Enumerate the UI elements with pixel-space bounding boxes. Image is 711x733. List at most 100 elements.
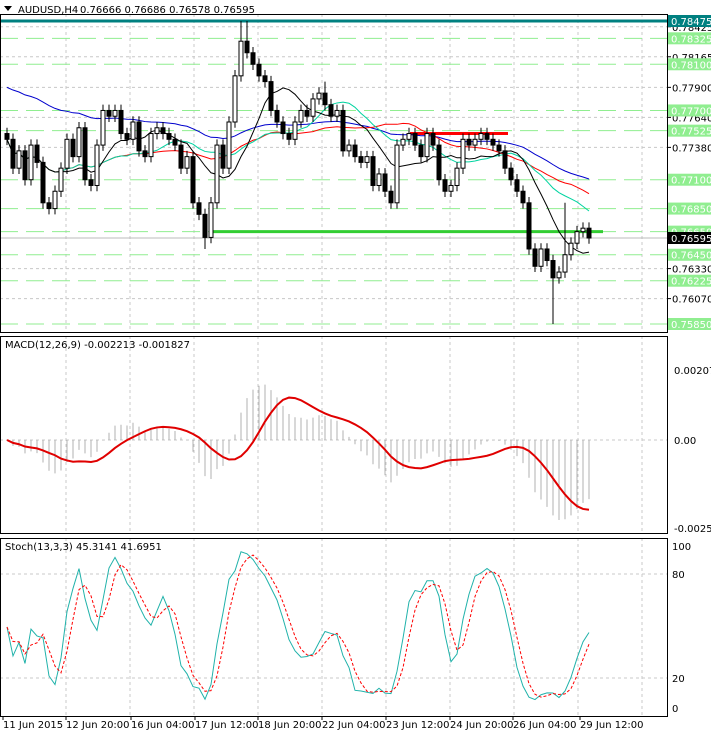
- candle-bear: [520, 190, 526, 204]
- candle-bull: [64, 138, 70, 169]
- axes: 0.784250.781650.779000.776400.773800.763…: [0, 14, 711, 731]
- candle-bull: [394, 144, 400, 204]
- candle-bear: [82, 127, 88, 181]
- level-label: 0.76450: [671, 251, 711, 262]
- chart-canvas[interactable]: 0.784250.781650.779000.776400.773800.763…: [0, 0, 711, 733]
- candle-bull: [400, 138, 406, 146]
- candle-bull: [334, 109, 340, 117]
- candle-bear: [532, 248, 538, 267]
- candle-bull: [556, 271, 562, 279]
- candle-bull: [460, 138, 466, 169]
- candle-bear: [124, 133, 130, 140]
- price-panel[interactable]: [0, 19, 667, 325]
- candle-bull: [292, 121, 298, 140]
- price-tick-label: 0.77900: [672, 83, 711, 94]
- panel-frame: [0, 538, 668, 717]
- candle-bull: [16, 150, 22, 169]
- ohlc-readout: 0.76666 0.76686 0.76578 0.76595: [80, 5, 255, 16]
- candle-bull: [58, 167, 64, 192]
- time-label: 22 Jun 04:00: [322, 720, 386, 731]
- candle-bull: [100, 109, 106, 146]
- candle-bull: [562, 254, 568, 273]
- candle-bear: [46, 202, 52, 210]
- candle-bull: [298, 109, 304, 123]
- candle-bull: [52, 190, 58, 210]
- candle-bull: [310, 98, 316, 117]
- candle-bear: [388, 190, 394, 204]
- candle-bear: [268, 81, 274, 111]
- candle-bear: [442, 179, 448, 192]
- candle-bear: [190, 156, 196, 204]
- candle-bear: [34, 144, 40, 163]
- candle-bear: [436, 144, 442, 181]
- candle-bear: [202, 213, 208, 238]
- macd-panel[interactable]: [0, 384, 667, 520]
- candle-bear: [22, 150, 28, 181]
- candle-bull: [364, 156, 370, 163]
- candle-bull: [94, 144, 100, 186]
- candle-bear: [262, 75, 268, 83]
- candle-bear: [40, 161, 46, 204]
- candle-bull: [238, 40, 244, 77]
- candle-bull: [208, 202, 214, 238]
- candle-bear: [256, 63, 262, 77]
- stoch-axis-label: 100: [672, 542, 691, 553]
- candle-bear: [244, 40, 250, 54]
- level-label: 0.77700: [671, 106, 711, 117]
- candle-bull: [478, 133, 484, 140]
- candle-bull: [448, 184, 454, 192]
- time-label: 23 Jun 12:00: [386, 720, 450, 731]
- candle-bear: [304, 109, 310, 117]
- candle-bull: [130, 121, 136, 140]
- stoch-label: Stoch(13,3,3) 45.3141 41.6951: [5, 542, 162, 553]
- candle-bull: [214, 144, 220, 204]
- macd-axis-label: 0.002077: [674, 366, 711, 377]
- candle-bear: [4, 133, 10, 140]
- time-label: 18 Jun 20:00: [258, 720, 322, 731]
- candle-bear: [88, 179, 94, 186]
- stoch-main-line: [6, 551, 590, 701]
- candle-bear: [586, 227, 592, 239]
- candle-bull: [472, 138, 478, 146]
- candle-bear: [544, 248, 550, 262]
- chart-window[interactable]: 0.78425 0.78165 0.77900 0.77640 0.77380 0.763…: [0, 0, 711, 733]
- candle-bear: [358, 156, 364, 163]
- candle-bull: [376, 173, 382, 186]
- candle-bear: [274, 109, 280, 123]
- price-tick-label: 0.77380: [672, 143, 711, 154]
- candle-bull: [76, 127, 82, 158]
- candle-bull: [406, 133, 412, 140]
- time-label: 24 Jun 20:00: [450, 720, 514, 731]
- candle-bear: [550, 260, 556, 279]
- stoch-panel[interactable]: [0, 551, 667, 701]
- candle-bull: [454, 167, 460, 186]
- candle-bear: [286, 133, 292, 140]
- candle-bear: [322, 92, 328, 106]
- macd-axis-label: 0.00: [674, 436, 696, 447]
- candle-bull: [154, 127, 160, 135]
- ma-fastest-line: [6, 87, 590, 254]
- candle-bear: [220, 144, 226, 169]
- time-label: 17 Jun 12:00: [195, 720, 259, 731]
- current-price-label: 0.76595: [671, 234, 711, 245]
- candle-bear: [514, 179, 520, 192]
- stoch-axis-label: 0: [672, 704, 678, 715]
- candle-bear: [118, 109, 124, 135]
- time-label: 11 Jun 2015: [3, 720, 63, 731]
- candle-bear: [136, 121, 142, 152]
- candle-bear: [496, 144, 502, 152]
- level-label: 0.78100: [671, 60, 711, 71]
- dropdown-triangle-icon[interactable]: [4, 6, 12, 11]
- candle-bear: [178, 144, 184, 169]
- candle-bear: [172, 138, 178, 146]
- candle-bear: [382, 173, 388, 192]
- candle-bear: [430, 133, 436, 146]
- price-tick-label: 0.76330: [672, 265, 711, 276]
- time-label: 12 Jun 20:00: [66, 720, 130, 731]
- candle-bear: [166, 133, 172, 140]
- candle-bear: [160, 127, 166, 135]
- price-tick-label: 0.76070: [672, 295, 711, 306]
- candle-bear: [352, 144, 358, 158]
- candle-bear: [412, 133, 418, 146]
- candle-bear: [106, 109, 112, 117]
